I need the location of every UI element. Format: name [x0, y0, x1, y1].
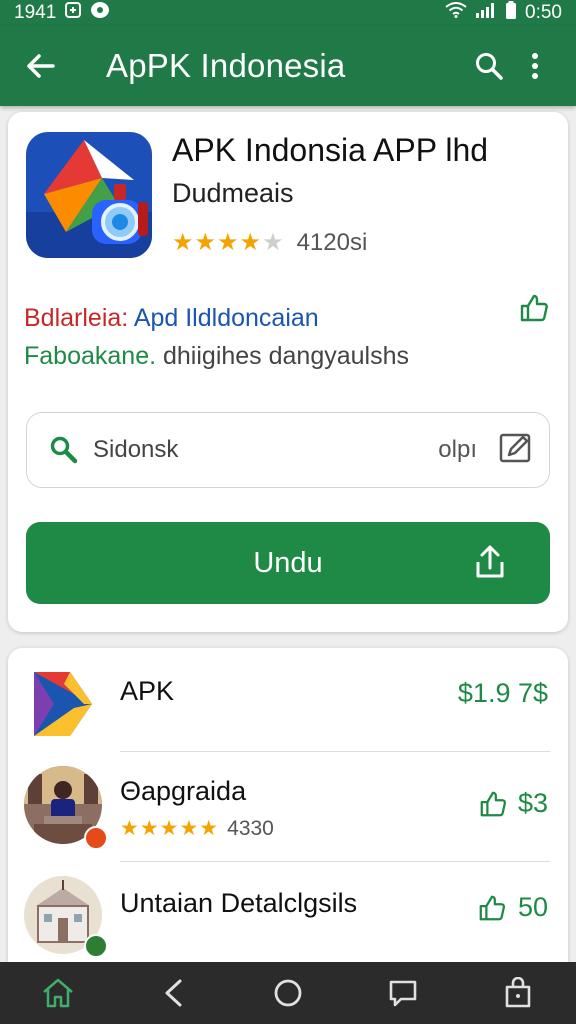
search-field[interactable]: Sidonsk olpı — [26, 412, 550, 488]
search-icon — [476, 53, 503, 80]
star-empty-icon: ★ — [262, 229, 285, 256]
list-item-title: Θapgraida — [120, 776, 247, 806]
description-label: Bdlarleia: — [24, 304, 129, 332]
list-item-title: APK — [120, 676, 175, 706]
chat-icon — [389, 980, 417, 1007]
app-detail-card: APK Indonsia APP lhd Dudmeais ★★★★★ 4120… — [8, 112, 568, 632]
screenshot-icon — [64, 1, 82, 25]
star-icon: ★ — [172, 229, 195, 256]
status-badge — [84, 826, 108, 850]
edit-icon — [499, 433, 531, 462]
description-line-2: Faboakane. dhiigihes dangyaulshs — [24, 342, 409, 371]
thumb-up-icon — [480, 791, 506, 816]
thumb-up-icon — [479, 895, 505, 920]
status-time-right: 0:50 — [525, 2, 562, 23]
arrow-left-icon — [27, 54, 55, 78]
nav-back-button[interactable] — [143, 968, 203, 1018]
app-name: APK Indonsia APP lhd — [172, 132, 489, 168]
bag-icon — [506, 977, 531, 1008]
search-input[interactable]: Sidonsk — [93, 436, 438, 464]
app-rating: ★★★★★ 4120si — [172, 228, 367, 257]
star-rating: ★★★★★ — [120, 817, 220, 840]
list-item-price: $1.9 7$ — [457, 678, 548, 708]
status-time-left: 1941 — [14, 2, 57, 23]
more-vert-icon — [532, 53, 538, 79]
rating-value: 4330 — [227, 816, 274, 840]
description-link[interactable]: Apd Ildldoncaian — [134, 304, 319, 332]
edit-button[interactable] — [499, 433, 533, 468]
list-item[interactable]: Untaian Detalclgsils 50 — [8, 862, 568, 966]
status-badge — [84, 934, 108, 958]
rating-count: 4120si — [296, 228, 368, 256]
battery-icon — [505, 1, 517, 25]
description-label-2: Faboakane. — [24, 342, 157, 370]
nav-home-button[interactable] — [28, 968, 88, 1018]
search-icon — [50, 436, 78, 464]
wifi-icon — [445, 2, 467, 24]
description-text: dhiigihes dangyaulshs — [163, 342, 410, 370]
developer-name: Dudmeais — [172, 178, 294, 208]
status-bar: 1941 0:50 — [0, 0, 576, 26]
star-icon: ★ — [217, 229, 240, 256]
star-icon: ★ — [194, 229, 218, 256]
related-apps-list: APK $1.9 7$ Θapgraida ★★★★★ 4330 $3 Unta… — [8, 648, 568, 978]
list-item-price: $3 — [517, 788, 548, 818]
like-button[interactable] — [518, 292, 550, 329]
list-item[interactable]: APK $1.9 7$ — [8, 648, 568, 752]
signal-icon — [475, 2, 497, 24]
list-item[interactable]: Θapgraida ★★★★★ 4330 $3 — [8, 752, 568, 862]
description-line-1: Bdlarleia: Apd Ildldoncaian — [24, 304, 319, 333]
nav-circle-button[interactable] — [258, 968, 318, 1018]
notification-icon — [90, 1, 110, 25]
circle-icon — [274, 979, 302, 1007]
list-item-rating: ★★★★★ 4330 — [120, 816, 274, 841]
home-icon — [42, 978, 73, 1008]
back-button[interactable] — [18, 43, 64, 89]
list-item-price-group: 50 — [476, 892, 548, 923]
search-extra-label: olpı — [438, 436, 477, 463]
download-button[interactable]: Undu — [26, 522, 550, 604]
app-bar-title: ApPK Indonesia — [106, 47, 346, 84]
list-item-price-group: $3 — [478, 788, 548, 819]
list-item-title: Untaian Detalclgsils — [120, 888, 358, 918]
system-nav-bar — [0, 962, 576, 1024]
download-label: Undu — [253, 546, 323, 579]
app-thumbnail — [24, 664, 102, 742]
app-bar: ApPK Indonesia — [0, 26, 576, 106]
search-button[interactable] — [466, 43, 512, 89]
nav-bag-button[interactable] — [488, 968, 548, 1018]
star-icon: ★ — [239, 229, 263, 256]
nav-chat-button[interactable] — [373, 968, 433, 1018]
list-item-price: 50 — [517, 892, 548, 922]
star-rating: ★★★★★ — [172, 228, 285, 257]
share-icon — [474, 544, 506, 585]
app-icon — [26, 132, 152, 258]
thumb-up-icon — [520, 294, 548, 322]
chevron-left-icon — [165, 979, 182, 1007]
more-options-button[interactable] — [512, 43, 558, 89]
